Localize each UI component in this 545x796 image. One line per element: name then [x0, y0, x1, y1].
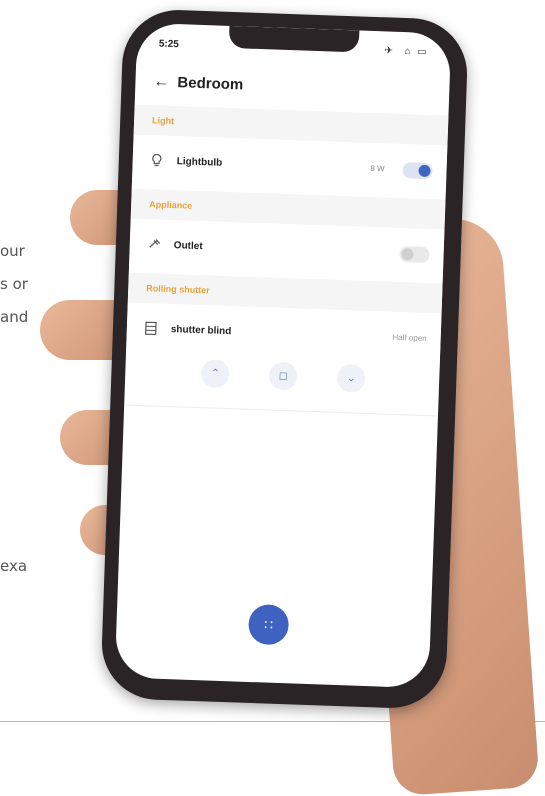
- outlet-toggle[interactable]: [399, 246, 430, 263]
- bg-fragment-3: and: [0, 301, 28, 334]
- shutter-icon: [145, 321, 158, 338]
- lightbulb-toggle[interactable]: [402, 162, 433, 179]
- toggle-knob: [418, 165, 430, 177]
- up-chevron-icon[interactable]: ⌃: [201, 359, 230, 388]
- grid-dots-icon: ∷: [264, 617, 273, 633]
- phone-screen: 5:25 ✈ ︎ ⌂ ▭ ← Bedroom Light Lightbulb 8…: [115, 23, 452, 689]
- divider: [124, 404, 438, 416]
- page-title: Bedroom: [177, 74, 243, 93]
- device-label: Lightbulb: [177, 156, 223, 169]
- plug-icon: [148, 237, 163, 252]
- bg-fragment-1: our: [0, 235, 25, 268]
- bg-fragment-2: s or: [0, 268, 28, 301]
- back-button[interactable]: ←: [153, 73, 170, 92]
- device-label: Outlet: [174, 240, 203, 252]
- lightbulb-icon: [150, 153, 163, 170]
- grid-menu-button[interactable]: ∷: [248, 604, 289, 645]
- device-label: shutter blind: [171, 324, 232, 337]
- status-icons: ✈ ︎ ⌂ ▭: [384, 45, 429, 58]
- power-value: 8 W: [370, 164, 385, 173]
- shutter-status: Half open: [392, 333, 427, 343]
- status-time: 5:25: [159, 38, 179, 50]
- down-chevron-icon[interactable]: ⌄: [337, 364, 366, 393]
- phone-notch: [229, 26, 360, 53]
- stop-square-icon[interactable]: ◻: [269, 362, 298, 391]
- toggle-knob: [401, 248, 413, 260]
- bg-fragment-4: exa: [0, 550, 27, 583]
